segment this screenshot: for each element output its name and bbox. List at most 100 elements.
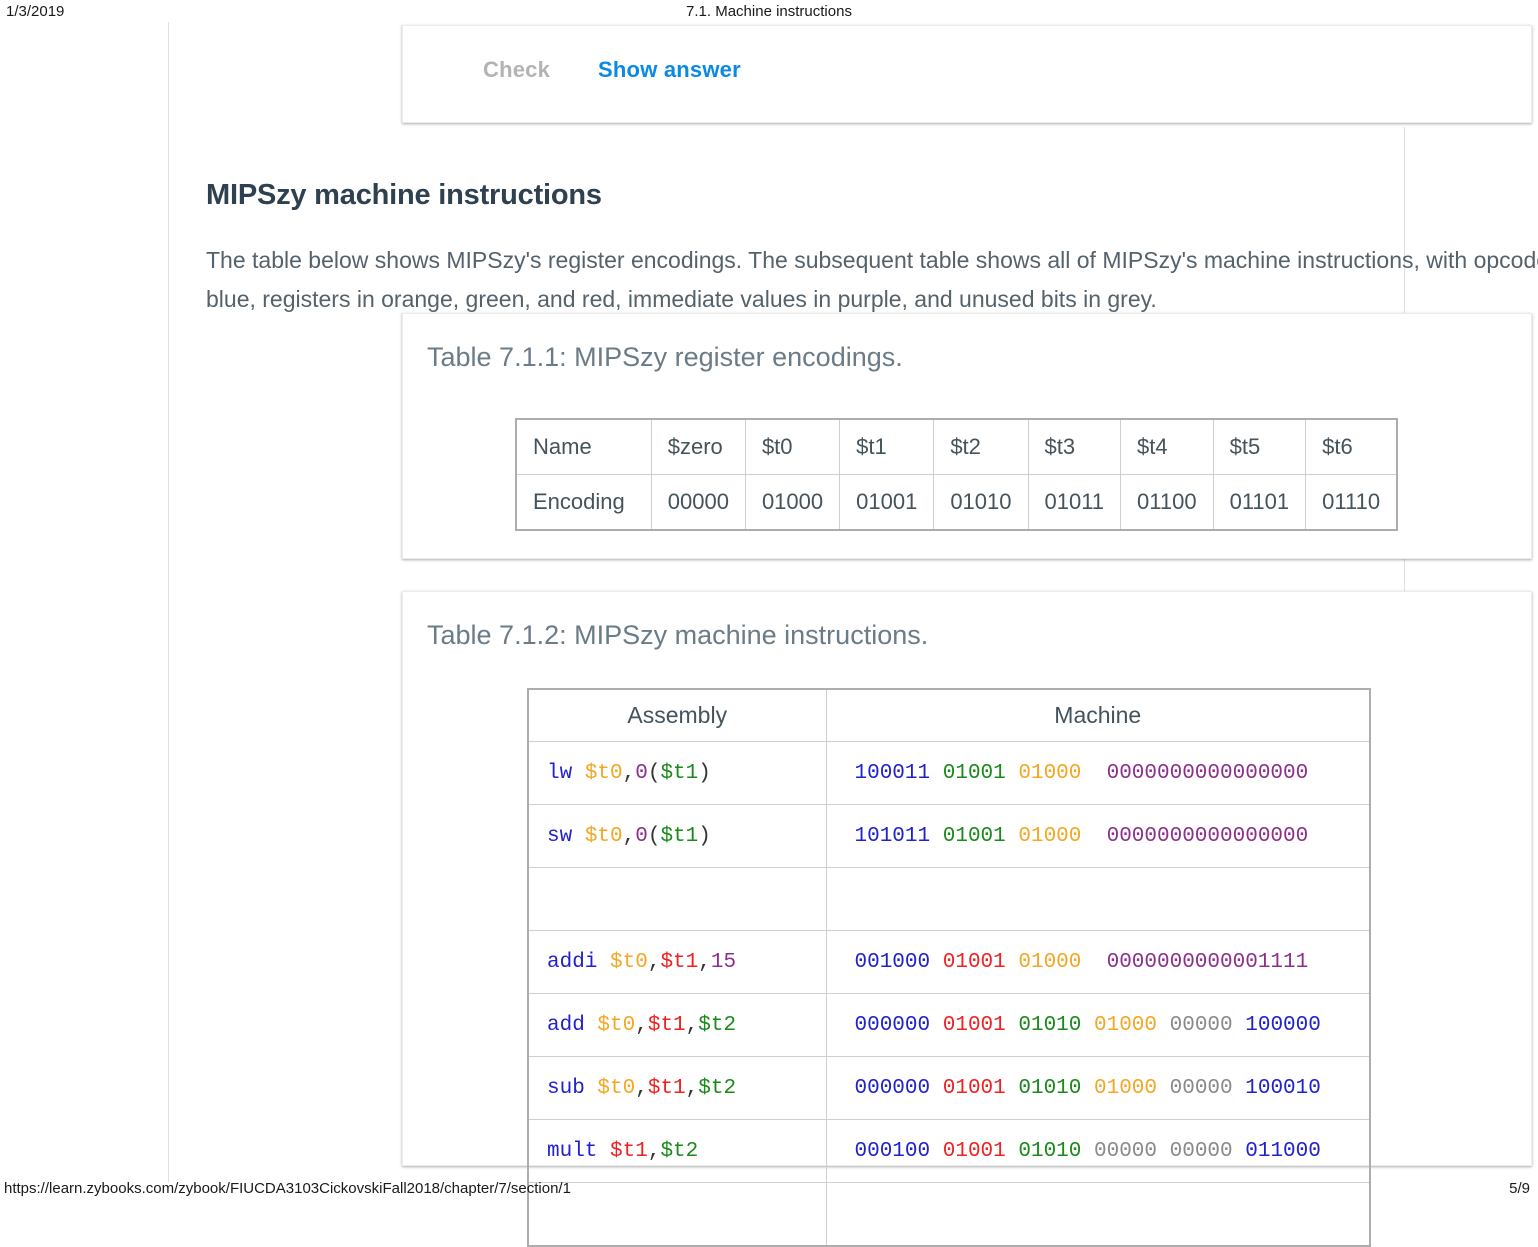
print-footer: https://learn.zybooks.com/zybook/FIUCDA3…	[0, 1180, 1538, 1202]
code-token: 011000	[1245, 1139, 1321, 1163]
code-token: 00000	[1169, 1013, 1233, 1037]
page-left-rule	[168, 22, 169, 1182]
assembly-cell: mult $t1,$t2	[527, 1119, 827, 1183]
machine-cell: 000100 01001 01010 00000 00000 011000	[825, 1119, 1371, 1183]
code-token: 15	[710, 950, 737, 974]
code-token: ,	[635, 1076, 648, 1100]
table-row: add $t0,$t1,$t2 000000 01001 01010 01000 …	[527, 993, 1371, 1057]
code-token: $t0	[610, 950, 648, 974]
code-token: sw	[547, 824, 585, 848]
machine-instructions-head: Assembly Machine	[527, 688, 1371, 742]
page-title: MIPSzy machine instructions	[206, 179, 602, 212]
table-711-card: Table 7.1.1: MIPSzy register encodings. …	[402, 313, 1532, 559]
code-token: $t2	[698, 1013, 737, 1037]
code-token: $t2	[660, 1139, 699, 1163]
table-711-caption: Table 7.1.1: MIPSzy register encodings.	[427, 342, 903, 372]
reg-name-4: $t3	[1027, 418, 1122, 475]
reg-name-6: $t5	[1212, 418, 1307, 475]
row-label-name: Name	[515, 418, 652, 475]
code-token: 0000000000000000	[1106, 824, 1309, 848]
column-header-machine: Machine	[825, 688, 1371, 742]
code-token: ,	[647, 950, 661, 974]
code-token: 01000	[1093, 1013, 1157, 1037]
code-token: 01010	[1018, 1139, 1082, 1163]
assembly-cell: add $t0,$t1,$t2	[527, 993, 827, 1057]
code-token: 000000	[854, 1076, 931, 1100]
table-712-caption: Table 7.1.2: MIPSzy machine instructions…	[427, 620, 929, 650]
code-token: 01000	[1018, 824, 1082, 848]
assembly-cell: addi $t0,$t1,15	[527, 930, 827, 994]
machine-cell: 101011 01001 01000 0000000000000000	[825, 804, 1371, 868]
code-token: 01000	[1018, 761, 1082, 785]
reg-name-2: $t1	[839, 418, 935, 475]
code-token: ,	[698, 950, 711, 974]
check-button[interactable]: Check	[483, 57, 550, 83]
code-token: $t1	[660, 761, 699, 785]
machine-instructions-table: Assembly Machine lw $t0,0($t1) 100011 010…	[527, 688, 1371, 1247]
code-token: 0000000000000000	[1106, 761, 1309, 785]
code-token: 100010	[1245, 1076, 1321, 1100]
assembly-cell	[527, 867, 827, 931]
activity-card: Check Show answer	[402, 25, 1532, 123]
table-row: addi $t0,$t1,15 001000 01001 01000 000000…	[527, 930, 1371, 994]
code-token: sub	[547, 1076, 598, 1100]
code-token: $t0	[597, 1076, 636, 1100]
code-token: 0000000000001111	[1106, 950, 1309, 974]
reg-encoding-5: 01100	[1120, 474, 1214, 531]
code-token: 100011	[854, 761, 931, 785]
machine-cell: 000000 01001 01010 01000 00000 100000	[825, 993, 1371, 1057]
code-token: ,	[685, 1076, 699, 1100]
table-row: sub $t0,$t1,$t2 000000 01001 01010 01000 …	[527, 1056, 1371, 1120]
table-row: Encoding 00000 01000 01001 01010 01011 0…	[515, 474, 1398, 531]
code-token: 01001	[942, 761, 1006, 785]
code-token: 01001	[942, 1013, 1006, 1037]
code-token: $t0	[584, 761, 623, 785]
code-token: 001000	[854, 950, 931, 974]
reg-name-1: $t0	[744, 418, 841, 475]
reg-encoding-0: 00000	[650, 474, 746, 531]
code-token: 01000	[1093, 1076, 1157, 1100]
show-answer-button[interactable]: Show answer	[598, 57, 741, 83]
print-page-number: 5/9	[1509, 1180, 1530, 1197]
print-header: 1/3/2019 7.1. Machine instructions	[0, 3, 1538, 25]
code-token: $t1	[647, 1013, 686, 1037]
table-row: Name $zero $t0 $t1 $t2 $t3 $t4 $t5 $t6	[515, 418, 1398, 475]
code-token: ,	[622, 761, 636, 785]
code-token: $t1	[660, 950, 699, 974]
code-token: ,	[635, 1013, 648, 1037]
code-token: lw	[547, 761, 585, 785]
code-token: 0	[635, 761, 648, 785]
column-header-assembly: Assembly	[527, 688, 827, 742]
machine-cell	[825, 867, 1371, 931]
reg-name-3: $t2	[933, 418, 1029, 475]
machine-instructions-body: lw $t0,0($t1) 100011 01001 01000 00000000…	[527, 741, 1371, 1247]
code-token: 01001	[942, 1076, 1006, 1100]
table-row: sw $t0,0($t1) 101011 01001 01000 00000000…	[527, 804, 1371, 868]
code-token: )	[698, 761, 711, 785]
table-row: lw $t0,0($t1) 100011 01001 01000 00000000…	[527, 741, 1371, 805]
code-token: )	[698, 824, 711, 848]
code-token: 00000	[1169, 1139, 1233, 1163]
reg-encoding-6: 01101	[1212, 474, 1307, 531]
table-row	[527, 867, 1371, 931]
code-token: 01010	[1018, 1076, 1082, 1100]
code-token: $t0	[597, 1013, 636, 1037]
assembly-cell: sw $t0,0($t1)	[527, 804, 827, 868]
code-token: (	[647, 824, 661, 848]
assembly-cell: lw $t0,0($t1)	[527, 741, 827, 805]
